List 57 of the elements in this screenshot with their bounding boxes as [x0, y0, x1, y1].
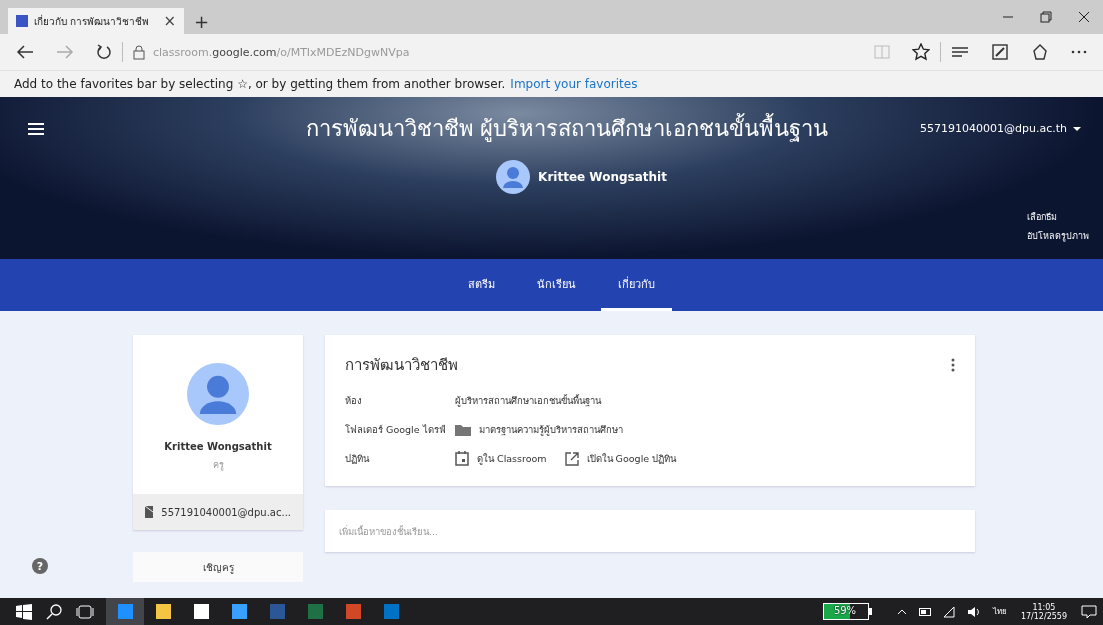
more-icon[interactable]	[1071, 50, 1087, 54]
add-content-field[interactable]: เพิ่มเนื้อหาของชั้นเรียน...	[325, 510, 975, 552]
external-link-icon	[564, 451, 579, 466]
browser-tab[interactable]: เกี่ยวกับ การพัฒนาวิชาชีพ ×	[8, 8, 184, 34]
about-title: การพัฒนาวิชาชีพ	[345, 355, 458, 376]
nav-tab[interactable]: เกี่ยวกับ	[601, 259, 672, 311]
avatar-icon	[496, 160, 531, 194]
import-favorites-link[interactable]: Import your favorites	[510, 77, 638, 91]
theme-link[interactable]: เลือกธีม	[1027, 210, 1089, 224]
room-value: ผู้บริหารสถานศึกษาเอกชนขั้นพื้นฐาน	[455, 393, 601, 408]
folder-icon	[455, 423, 471, 436]
avatar-icon	[187, 363, 249, 425]
profile-role: ครู	[212, 459, 224, 472]
notification-icon[interactable]	[1081, 604, 1097, 619]
close-icon[interactable]	[1078, 11, 1090, 23]
menu-icon[interactable]	[28, 122, 44, 135]
star-icon[interactable]	[912, 43, 930, 61]
device-icon[interactable]	[918, 607, 931, 616]
volume-icon[interactable]	[966, 605, 981, 618]
restore-icon[interactable]	[1040, 11, 1052, 23]
more-icon[interactable]	[951, 358, 955, 372]
row-label: ห้อง	[345, 394, 363, 408]
clock-time[interactable]: 11:05	[1032, 602, 1056, 612]
row-label: โฟลเดอร์ Google ไดรฟ์	[345, 423, 447, 437]
help-button[interactable]: ?	[32, 558, 48, 574]
classroom-icon	[16, 15, 28, 27]
hub-icon[interactable]	[951, 45, 969, 59]
row-label: ปฏิทิน	[345, 452, 371, 466]
new-tab-button[interactable]: +	[184, 10, 220, 32]
favorites-message: Add to the favorites bar by selecting ☆, or by getting them from another browser.	[14, 77, 506, 91]
lock-icon	[133, 44, 145, 60]
caret-icon[interactable]	[1073, 126, 1081, 131]
tab-title: เกี่ยวกับ การพัฒนาวิชาชีพ	[34, 13, 150, 29]
address-field[interactable]: classroom.google.com/o/MTIxMDEzNDgwNVpa	[153, 45, 410, 59]
profile-name: Krittee Wongsathit	[164, 441, 272, 452]
calendar-link[interactable]: ดูใน Classroom	[477, 451, 547, 466]
google-calendar-link[interactable]: เปิดใน Google ปฏิทิน	[586, 451, 677, 466]
nav-tab[interactable]: นักเรียน	[520, 259, 593, 311]
teacher-name: Krittee Wongsathit	[538, 170, 667, 184]
share-icon[interactable]	[1031, 43, 1049, 61]
note-icon[interactable]	[991, 43, 1009, 61]
invite-teacher-button[interactable]: เชิญครู	[133, 552, 303, 582]
refresh-icon[interactable]	[96, 44, 112, 60]
nav-tab[interactable]: สตรีม	[451, 259, 512, 311]
account-menu[interactable]: 557191040001@dpu.ac.th	[920, 122, 1067, 135]
drive-folder-link[interactable]: มาตรฐานความรู้ผู้บริหารสถานศึกษา	[479, 422, 623, 437]
clock-date[interactable]: 17/12/2559	[1020, 611, 1067, 621]
task-view-icon[interactable]	[76, 604, 94, 619]
language-indicator[interactable]: ไทย	[992, 605, 1007, 618]
search-icon[interactable]	[46, 603, 62, 620]
back-icon[interactable]	[16, 45, 34, 59]
calendar-icon	[455, 451, 469, 466]
windows-start-icon[interactable]	[16, 603, 32, 620]
theme-link[interactable]: อัปโหลดรูปภาพ	[1027, 229, 1089, 243]
class-title: การพัฒนาวิชาชีพ ผู้บริหารสถานศึกษาเอกชนขั้นพื้นฐาน	[44, 111, 920, 146]
chevron-up-icon[interactable]	[896, 608, 907, 615]
close-tab-button[interactable]: ×	[163, 12, 176, 30]
